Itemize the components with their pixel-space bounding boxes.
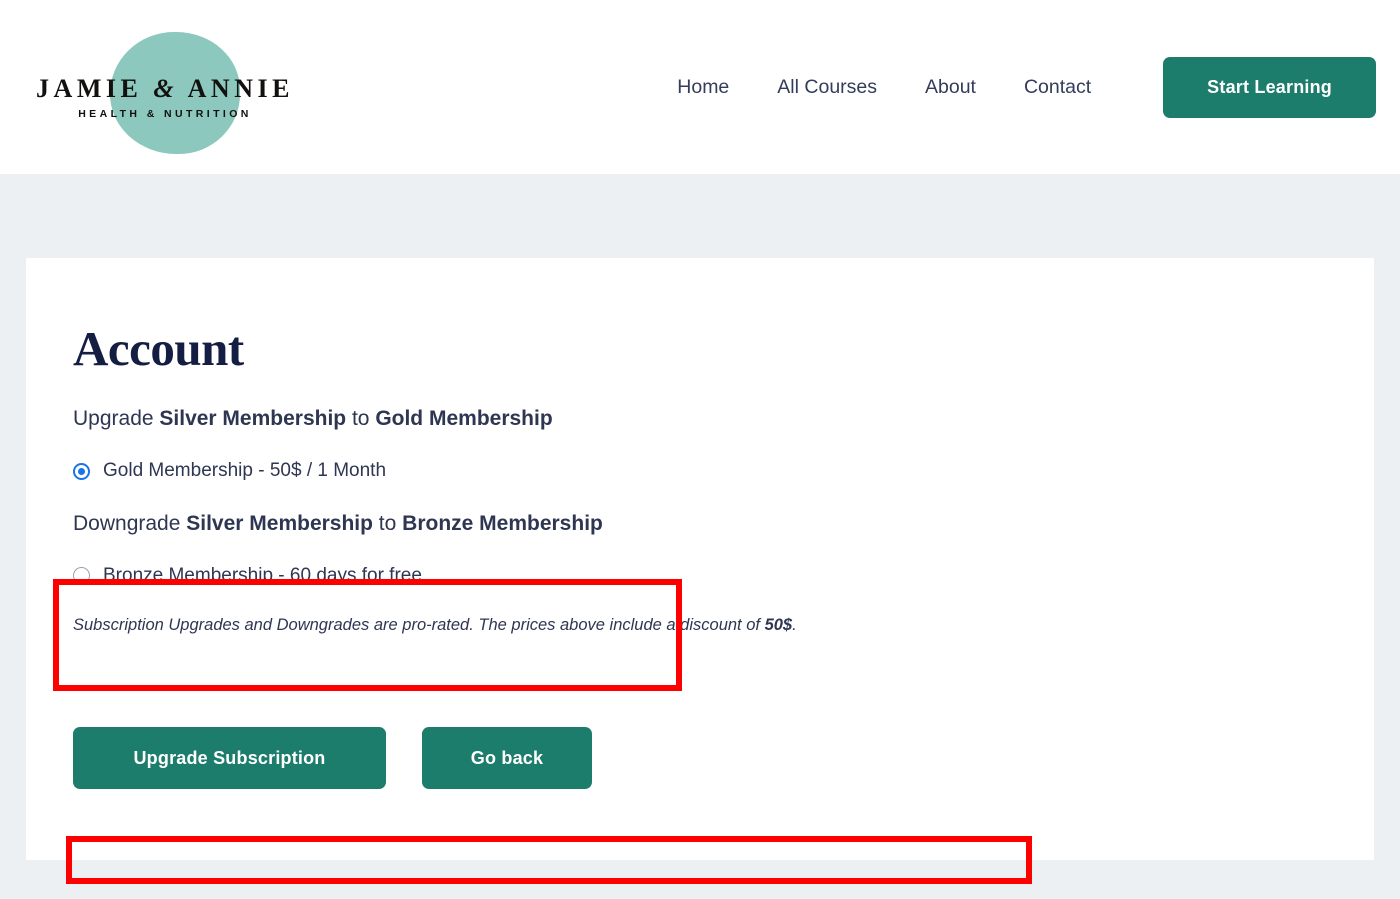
- disclaimer-suffix: .: [792, 615, 797, 634]
- logo-tagline: HEALTH & NUTRITION: [78, 108, 252, 120]
- nav-item-all-courses[interactable]: All Courses: [753, 76, 901, 99]
- account-card: Account Upgrade Silver Membership to Gol…: [26, 258, 1374, 860]
- main-navigation: Home All Courses About Contact Start Lea…: [653, 0, 1376, 174]
- downgrade-from-plan: Silver Membership: [186, 512, 373, 536]
- upgrade-description: Upgrade Silver Membership to Gold Member…: [73, 405, 1374, 433]
- nav-item-home[interactable]: Home: [653, 76, 753, 99]
- disclaimer-discount-amount: 50$: [764, 615, 793, 634]
- radio-option-gold-label: Gold Membership - 50$ / 1 Month: [103, 460, 387, 482]
- account-actions: Upgrade Subscription Go back: [73, 727, 592, 789]
- upgrade-subscription-button[interactable]: Upgrade Subscription: [73, 727, 386, 789]
- pro-rated-disclaimer: Subscription Upgrades and Downgrades are…: [73, 616, 1374, 635]
- upgrade-to-plan: Gold Membership: [375, 407, 553, 430]
- logo-name-second: ANNIE: [187, 74, 294, 103]
- upgrade-from-plan: Silver Membership: [159, 407, 347, 430]
- start-learning-button[interactable]: Start Learning: [1163, 56, 1376, 118]
- upgrade-middle-text: to: [346, 407, 376, 430]
- site-logo[interactable]: JAMIE & ANNIE HEALTH & NUTRITION: [20, 22, 310, 154]
- radio-unselected-icon[interactable]: [73, 567, 90, 585]
- radio-option-bronze-label: Bronze Membership - 60 days for free: [103, 564, 422, 586]
- site-header: JAMIE & ANNIE HEALTH & NUTRITION Home Al…: [0, 0, 1400, 174]
- radio-selected-icon[interactable]: [73, 462, 90, 480]
- radio-option-gold[interactable]: Gold Membership - 50$ / 1 Month: [73, 460, 1374, 482]
- disclaimer-text: Subscription Upgrades and Downgrades are…: [73, 615, 765, 634]
- page-body: Account Upgrade Silver Membership to Gol…: [0, 174, 1400, 899]
- downgrade-middle-text: to: [372, 512, 403, 536]
- logo-name-first: JAMIE: [36, 74, 143, 103]
- logo-ampersand: &: [153, 74, 179, 103]
- logo-text: JAMIE & ANNIE HEALTH & NUTRITION: [20, 74, 310, 120]
- nav-item-about[interactable]: About: [901, 76, 1000, 99]
- page-title: Account: [73, 321, 244, 376]
- nav-item-contact[interactable]: Contact: [1000, 76, 1115, 99]
- downgrade-description: Downgrade Silver Membership to Bronze Me…: [73, 510, 1374, 538]
- downgrade-prefix-text: Downgrade: [73, 512, 187, 536]
- radio-option-bronze[interactable]: Bronze Membership - 60 days for free: [73, 565, 1374, 587]
- downgrade-to-plan: Bronze Membership: [402, 512, 603, 536]
- logo-brand-name: JAMIE & ANNIE: [20, 74, 310, 104]
- upgrade-prefix-text: Upgrade: [73, 407, 160, 430]
- account-card-content: Account Upgrade Silver Membership to Gol…: [26, 258, 1374, 789]
- go-back-button[interactable]: Go back: [422, 727, 592, 789]
